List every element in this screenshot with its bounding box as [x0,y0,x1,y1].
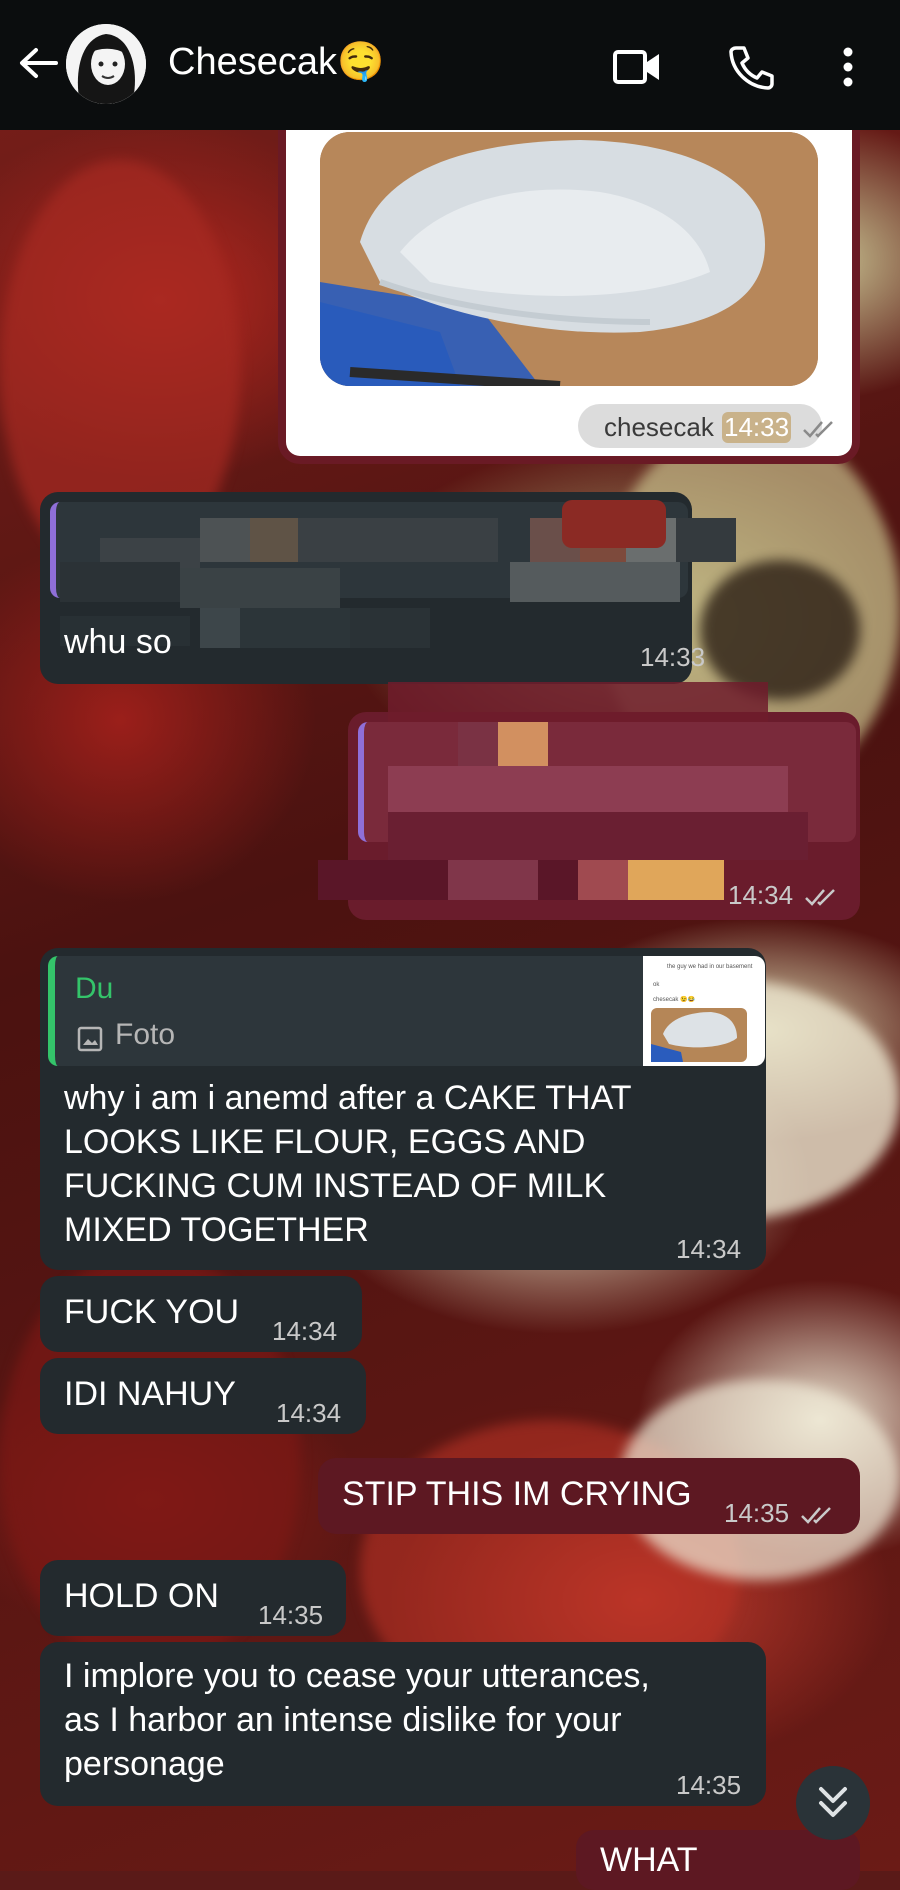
read-ticks-icon [805,889,835,906]
message-time: 14:34 [676,1234,742,1264]
message-time: 14:33 [640,642,706,672]
message-time: 14:33 [722,412,792,443]
message-time: 14:35 [724,1498,790,1528]
more-vert-icon[interactable] [828,44,868,90]
message-time: 14:35 [676,1770,742,1800]
thumb-line-3: chesecak 😉😂 [653,997,695,1003]
message-time: 14:34 [276,1398,342,1428]
message-text: whu so [64,623,172,661]
contact-name[interactable]: Chesecak🤤 [168,40,384,84]
read-ticks-icon [803,421,833,438]
read-ticks-icon [801,1507,831,1524]
message-bubble-outgoing[interactable]: STIP THIS IM CRYING 14:35 [318,1458,860,1534]
message-bubble-incoming[interactable]: HOLD ON 14:35 [40,1560,346,1636]
photo-icon [77,1026,103,1052]
double-chevron-down-icon [819,1787,847,1817]
message-bubble-outgoing-censored[interactable]: 14:34 [318,682,860,920]
message-bubble-incoming[interactable]: I implore you to cease your utterances, … [40,1642,766,1806]
message-bubble-incoming-reply[interactable]: Du Foto the guy we had in our basement o… [40,948,766,1270]
message-time: 14:34 [272,1316,338,1346]
message-text: FUCK YOU [64,1293,240,1331]
message-text: WHAT [600,1841,698,1879]
contact-name-text: Chesecak [168,41,337,83]
message-bubble-incoming-censored[interactable]: whu so 14:33 [40,492,736,684]
censor-pixelation [318,682,888,912]
reply-quote[interactable]: Du Foto the guy we had in our basement o… [48,956,765,1066]
scroll-to-bottom-button[interactable] [796,1766,870,1840]
cake-photo[interactable] [320,132,818,386]
drool-emoji: 🤤 [336,41,385,83]
message-bubble-outgoing[interactable]: WHAT [576,1830,860,1890]
message-text: I implore you to cease your utterances, … [64,1657,650,1783]
message-time: 14:34 [728,880,794,910]
reply-thumbnail: the guy we had in our basement ok chesec… [643,956,765,1066]
reply-author: Du [75,972,114,1005]
message-text: why i am i anemd after a CAKE THAT LOOKS… [64,1079,632,1249]
contact-avatar[interactable] [66,24,146,104]
message-text: IDI NAHUY [64,1375,236,1413]
thumb-line-1: the guy we had in our basement [667,964,753,970]
message-bubble-incoming[interactable]: FUCK YOU 14:34 [40,1276,362,1352]
voice-call-icon[interactable] [726,44,776,90]
message-text: HOLD ON [64,1577,219,1615]
thumb-line-2: ok [653,982,660,988]
censor-pixelation [60,518,820,648]
message-bubble-incoming[interactable]: IDI NAHUY 14:34 [40,1358,366,1434]
reply-thumbnail [562,500,666,548]
message-time: 14:35 [258,1600,324,1630]
image-caption: chesecak [604,412,714,442]
back-arrow-icon[interactable] [16,40,62,86]
reply-media-label: Foto [115,1018,176,1051]
chat-header: Chesecak🤤 [0,0,900,130]
message-bubble-outgoing-image[interactable]: chesecak 14:33 [278,112,860,464]
video-call-icon[interactable] [612,44,662,90]
message-text: STIP THIS IM CRYING [342,1475,692,1513]
thumb-cake-photo [651,1008,747,1062]
